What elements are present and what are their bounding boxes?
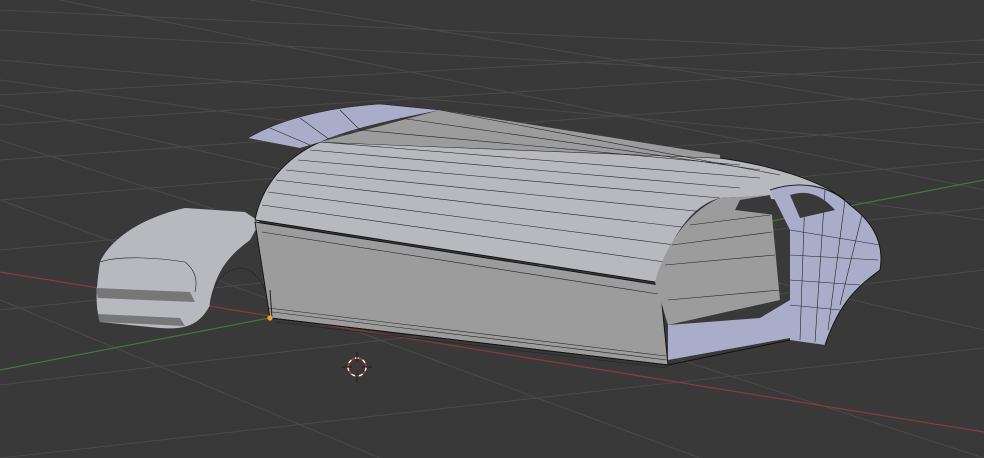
3d-viewport[interactable] bbox=[0, 0, 984, 458]
viewport-scene[interactable] bbox=[0, 0, 984, 458]
selected-vertex[interactable] bbox=[267, 315, 273, 321]
3d-cursor-icon[interactable] bbox=[342, 352, 372, 382]
